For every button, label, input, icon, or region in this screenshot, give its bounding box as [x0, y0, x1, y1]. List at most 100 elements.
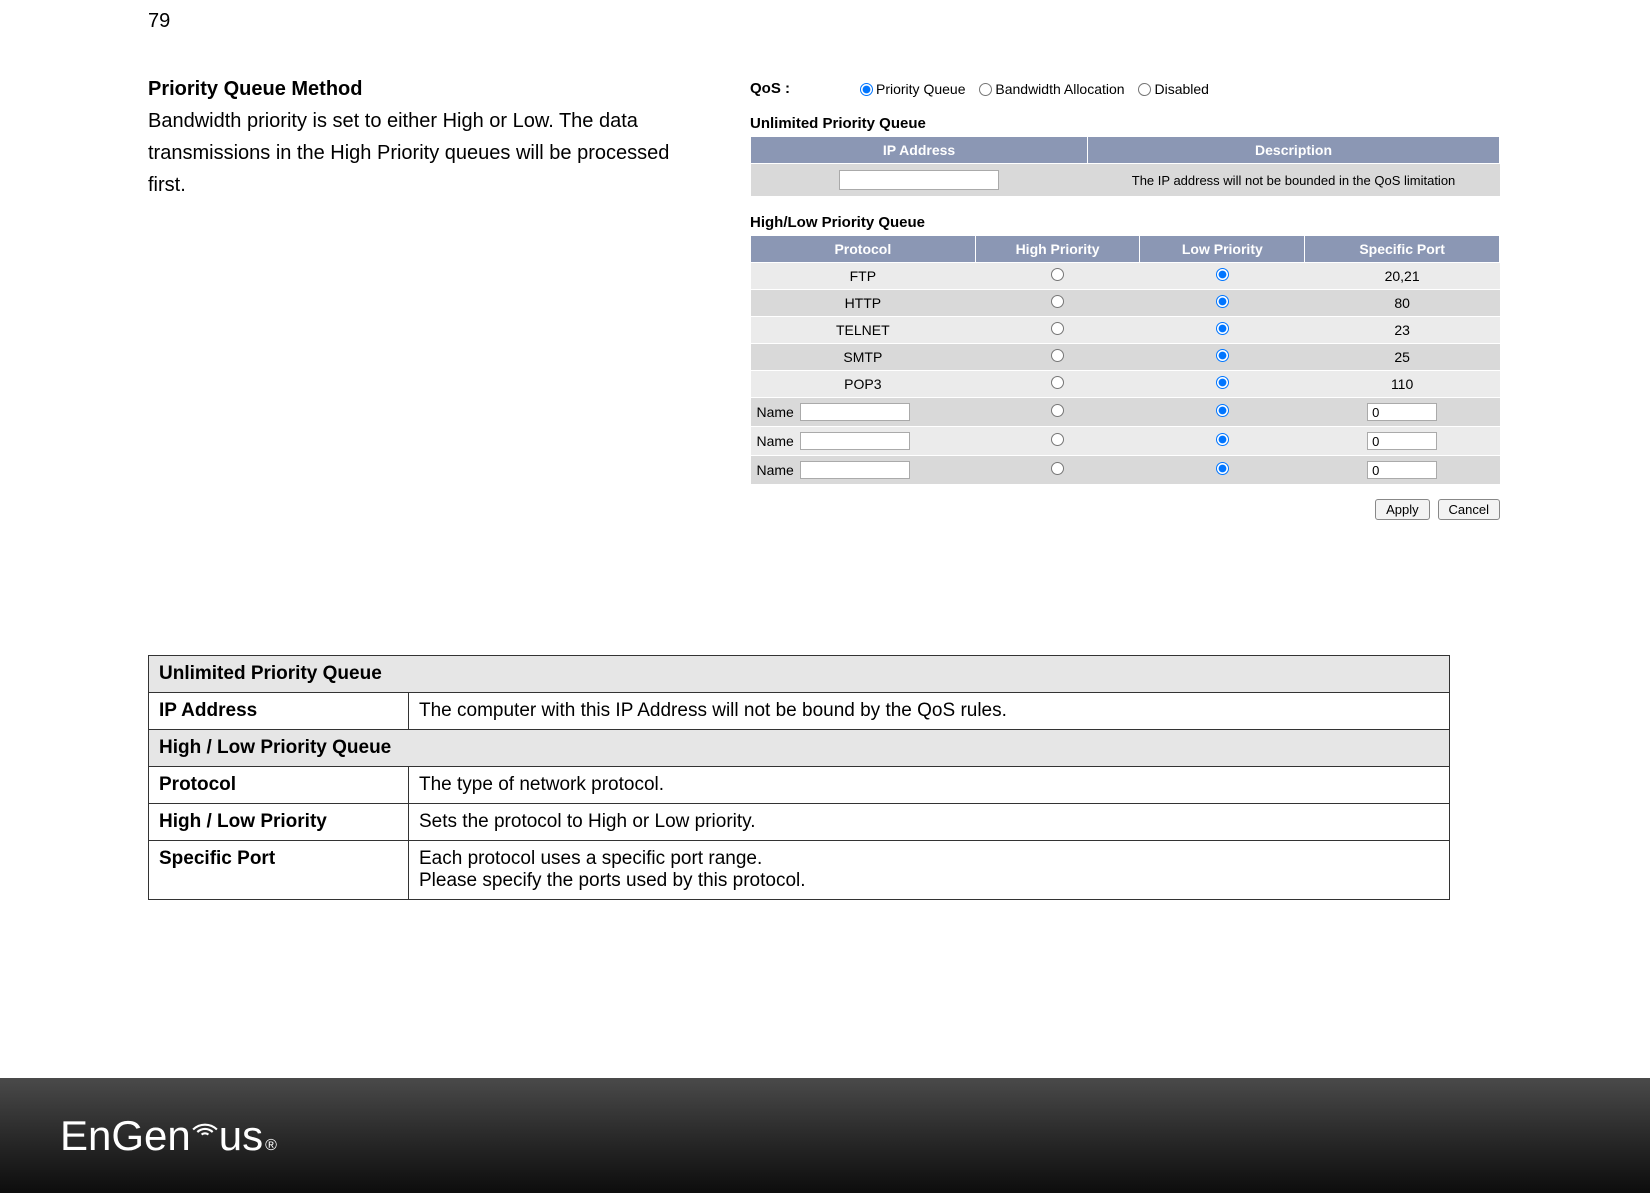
cancel-button[interactable]: Cancel	[1438, 499, 1500, 520]
logo-part1: EnGen	[60, 1112, 191, 1160]
apply-button[interactable]: Apply	[1375, 499, 1430, 520]
high-priority-radio[interactable]	[1051, 295, 1064, 308]
hlpq-header-high: High Priority	[975, 236, 1140, 263]
table-cell-protocol: TELNET	[751, 317, 976, 344]
table-cell-high	[975, 456, 1140, 485]
doc-desc-port: Each protocol uses a specific port range…	[409, 841, 1450, 900]
table-row: SMTP 25	[751, 344, 1500, 371]
table-cell-high	[975, 427, 1140, 456]
custom-name-label: Name	[757, 404, 794, 420]
high-priority-radio[interactable]	[1051, 376, 1064, 389]
qos-radio-disabled[interactable]	[1138, 83, 1151, 96]
upq-header-ip: IP Address	[751, 137, 1088, 164]
port-input[interactable]	[1367, 461, 1437, 479]
qos-opt-label: Bandwidth Allocation	[995, 81, 1124, 97]
table-cell-port: 80	[1305, 290, 1500, 317]
custom-name-label: Name	[757, 462, 794, 478]
high-low-priority-table: Protocol High Priority Low Priority Spec…	[750, 235, 1500, 485]
low-priority-radio[interactable]	[1216, 295, 1229, 308]
doc-desc-port-a: Each protocol uses a specific port range…	[419, 848, 762, 869]
qos-opt-disabled[interactable]: Disabled	[1138, 81, 1208, 97]
table-cell-low	[1140, 317, 1305, 344]
upq-desc-cell: The IP address will not be bounded in th…	[1088, 164, 1500, 197]
doc-lbl-port: Specific Port	[149, 841, 409, 900]
table-cell-protocol: HTTP	[751, 290, 976, 317]
high-priority-radio[interactable]	[1051, 433, 1064, 446]
custom-name-label: Name	[757, 433, 794, 449]
table-row: FTP 20,21	[751, 263, 1500, 290]
unlimited-priority-table: IP Address Description The IP address wi…	[750, 136, 1500, 196]
button-row: Apply Cancel	[750, 499, 1500, 520]
table-cell-port	[1305, 398, 1500, 427]
upq-ip-cell	[751, 164, 1088, 197]
logo-part2: us	[219, 1112, 263, 1160]
table-cell-low	[1140, 263, 1305, 290]
doc-hdr-upq: Unlimited Priority Queue	[149, 656, 1450, 693]
high-priority-radio[interactable]	[1051, 404, 1064, 417]
hlpq-header-low: Low Priority	[1140, 236, 1305, 263]
custom-name-input[interactable]	[800, 432, 910, 450]
table-cell-low	[1140, 398, 1305, 427]
high-priority-radio[interactable]	[1051, 322, 1064, 335]
qos-opt-bandwidth[interactable]: Bandwidth Allocation	[979, 81, 1124, 97]
qos-radio-priority-queue[interactable]	[860, 83, 873, 96]
table-row: POP3 110	[751, 371, 1500, 398]
qos-radio-bandwidth[interactable]	[979, 83, 992, 96]
wifi-icon	[188, 1104, 222, 1138]
upq-ip-input[interactable]	[839, 170, 999, 190]
table-row: Name	[751, 427, 1500, 456]
table-cell-protocol: SMTP	[751, 344, 976, 371]
table-cell-high	[975, 290, 1140, 317]
custom-name-input[interactable]	[800, 403, 910, 421]
table-cell-high	[975, 398, 1140, 427]
table-cell-low	[1140, 290, 1305, 317]
high-priority-radio[interactable]	[1051, 349, 1064, 362]
high-priority-radio[interactable]	[1051, 462, 1064, 475]
logo-reg: ®	[265, 1137, 277, 1155]
high-priority-radio[interactable]	[1051, 268, 1064, 281]
qos-config-panel: QoS : Priority Queue Bandwidth Allocatio…	[750, 80, 1500, 520]
table-cell-port	[1305, 456, 1500, 485]
table-row: Name	[751, 398, 1500, 427]
intro-text: Bandwidth priority is set to either High…	[148, 105, 698, 201]
table-cell-protocol: Name	[751, 456, 976, 485]
port-input[interactable]	[1367, 403, 1437, 421]
low-priority-radio[interactable]	[1216, 268, 1229, 281]
low-priority-radio[interactable]	[1216, 404, 1229, 417]
table-row: TELNET23	[751, 317, 1500, 344]
table-cell-protocol: POP3	[751, 371, 976, 398]
table-cell-protocol: Name	[751, 427, 976, 456]
low-priority-radio[interactable]	[1216, 433, 1229, 446]
table-cell-protocol: Name	[751, 398, 976, 427]
low-priority-radio[interactable]	[1216, 322, 1229, 335]
doc-lbl-priority: High / Low Priority	[149, 804, 409, 841]
table-row: Name	[751, 456, 1500, 485]
table-cell-port: 110	[1305, 371, 1500, 398]
qos-opt-priority-queue[interactable]: Priority Queue	[860, 81, 965, 97]
doc-desc-priority: Sets the protocol to High or Low priorit…	[409, 804, 1450, 841]
table-cell-low	[1140, 427, 1305, 456]
table-cell-high	[975, 371, 1140, 398]
qos-opt-label: Disabled	[1154, 81, 1208, 97]
custom-name-input[interactable]	[800, 461, 910, 479]
port-input[interactable]	[1367, 432, 1437, 450]
table-cell-protocol: FTP	[751, 263, 976, 290]
qos-options: Priority Queue Bandwidth Allocation Disa…	[860, 81, 1219, 97]
low-priority-radio[interactable]	[1216, 349, 1229, 362]
table-cell-low	[1140, 456, 1305, 485]
qos-opt-label: Priority Queue	[876, 81, 965, 97]
doc-lbl-ip: IP Address	[149, 693, 409, 730]
table-row: HTTP 80	[751, 290, 1500, 317]
upq-header-desc: Description	[1088, 137, 1500, 164]
footer-bar: EnGen us ®	[0, 1078, 1650, 1193]
upq-title: Unlimited Priority Queue	[750, 115, 1500, 132]
engenius-logo: EnGen us ®	[60, 1112, 277, 1160]
low-priority-radio[interactable]	[1216, 462, 1229, 475]
low-priority-radio[interactable]	[1216, 376, 1229, 389]
table-cell-port: 20,21	[1305, 263, 1500, 290]
table-cell-high	[975, 317, 1140, 344]
table-cell-port: 25	[1305, 344, 1500, 371]
hlpq-header-protocol: Protocol	[751, 236, 976, 263]
doc-hdr-hlpq: High / Low Priority Queue	[149, 730, 1450, 767]
doc-desc-port-b: Please specify the ports used by this pr…	[419, 870, 806, 891]
